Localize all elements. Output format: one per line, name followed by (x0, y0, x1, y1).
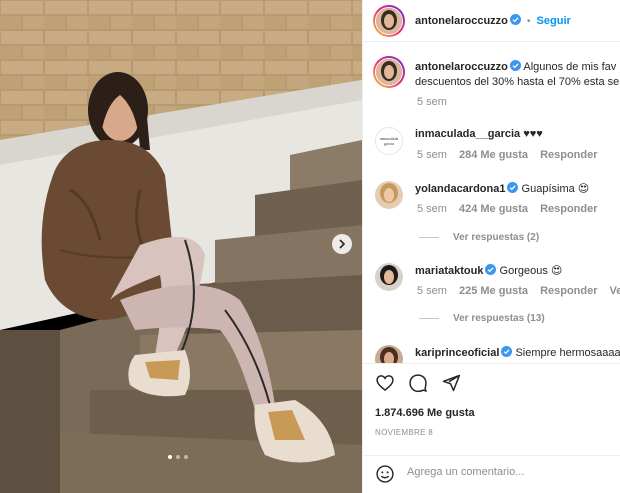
carousel-dot[interactable] (184, 455, 188, 459)
comment-input[interactable] (407, 466, 607, 478)
comment-username[interactable]: mariataktouk (415, 265, 483, 277)
author-username[interactable]: antonelaroccuzzo (415, 15, 508, 27)
translate-button[interactable]: Ver tradu (610, 285, 620, 297)
like-count[interactable]: 1.874.696 Me gusta (375, 407, 475, 419)
caption-text-line2: descuentos del 30% hasta el 70% esta se (415, 76, 620, 88)
carousel-next-button[interactable] (332, 234, 352, 254)
comment-avatar[interactable] (375, 345, 403, 363)
comment-avatar[interactable] (375, 181, 403, 209)
share-icon[interactable] (441, 373, 461, 396)
verified-badge-icon (509, 60, 521, 71)
caption: antonelaroccuzzo Algunos de mis fav desc… (363, 42, 620, 118)
emoji-icon[interactable] (375, 464, 395, 487)
comment-meta: 5 sem 225 Me gusta Responder Ver tradu (417, 285, 620, 297)
view-replies-label: Ver respuestas (2) (453, 232, 540, 243)
comment-likes[interactable]: 284 Me gusta (459, 149, 528, 161)
caption-text-line1: Algunos de mis fav (523, 61, 617, 73)
comment-likes[interactable]: 424 Me gusta (459, 203, 528, 215)
post-header: antonelaroccuzzo • Seguir (363, 0, 620, 42)
author-avatar[interactable] (373, 5, 405, 37)
view-replies-button[interactable]: Ver respuestas (13) (419, 313, 545, 324)
photo-illustration (0, 0, 362, 493)
comment-time: 5 sem (417, 149, 447, 161)
comment-item: mariataktouk Gorgeous 😍 5 sem 225 Me gust… (363, 254, 620, 336)
add-comment-bar (363, 455, 620, 493)
post-details-panel: antonelaroccuzzo • Seguir antonelaroccuz… (362, 0, 620, 493)
comment-meta: 5 sem 424 Me gusta Responder (417, 203, 610, 215)
comment-text: Siempre hermosaaaa (515, 347, 620, 359)
comment-item: yolandacardona1 Guapísima 😍 5 sem 424 Me … (363, 172, 620, 254)
caption-avatar[interactable] (373, 56, 405, 88)
verified-badge-icon (507, 182, 519, 193)
comment-username[interactable]: inmaculada__garcia (415, 128, 520, 140)
comment-likes[interactable]: 225 Me gusta (459, 285, 528, 297)
carousel-dot[interactable] (176, 455, 180, 459)
comment-meta: 5 sem 284 Me gusta Responder (417, 149, 610, 161)
verified-badge-icon (509, 14, 521, 25)
avatar-logo-text: inmaculada garcia (379, 136, 399, 146)
comment-username[interactable]: yolandacardona1 (415, 183, 505, 195)
view-replies-button[interactable]: Ver respuestas (2) (419, 232, 539, 243)
comment-avatar[interactable] (375, 263, 403, 291)
view-replies-label: Ver respuestas (13) (453, 313, 545, 324)
reply-button[interactable]: Responder (540, 285, 597, 297)
verified-badge-icon (485, 264, 497, 275)
comment-item: inmaculada garcia inmaculada__garcia ♥♥♥… (363, 118, 620, 172)
chevron-right-icon (337, 239, 347, 249)
carousel-dot[interactable] (168, 455, 172, 459)
comment-time: 5 sem (417, 285, 447, 297)
comment-username[interactable]: kariprinceoficial (415, 347, 499, 359)
post-photo[interactable] (0, 0, 362, 493)
comment-text: ♥♥♥ (523, 128, 543, 140)
heart-icon[interactable] (375, 373, 395, 396)
comment-time: 5 sem (417, 203, 447, 215)
verified-badge-icon (501, 346, 513, 357)
follow-button[interactable]: Seguir (537, 15, 571, 27)
replies-line (419, 237, 439, 238)
reply-button[interactable]: Responder (540, 149, 597, 161)
comment-avatar[interactable]: inmaculada garcia (375, 127, 403, 155)
post-date: NOVIEMBRE 8 (375, 428, 433, 437)
separator-dot: • (526, 16, 531, 27)
reply-button[interactable]: Responder (540, 203, 597, 215)
caption-time: 5 sem (417, 96, 447, 108)
comment-icon[interactable] (408, 373, 428, 396)
comment-item: kariprinceoficial Siempre hermosaaaa (363, 336, 620, 363)
caption-username[interactable]: antonelaroccuzzo (415, 61, 508, 73)
post-actions: 1.874.696 Me gusta NOVIEMBRE 8 (363, 363, 620, 463)
comment-text: Gorgeous 😍 (499, 265, 563, 277)
comment-text: Guapísima 😍 (521, 183, 590, 195)
carousel-dots (168, 455, 188, 459)
replies-line (419, 318, 439, 319)
